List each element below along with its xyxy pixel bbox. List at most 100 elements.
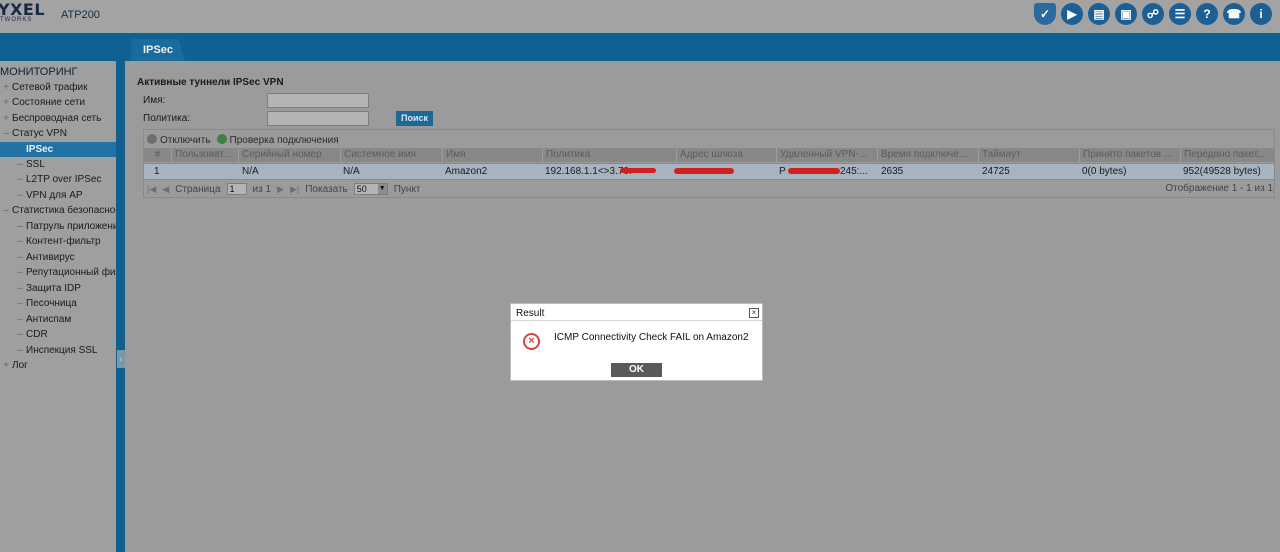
col-header-tx-packets[interactable]: Передано пакет...: [1180, 148, 1274, 162]
sidebar-item-antivirus[interactable]: – Антивирус: [0, 250, 116, 265]
device-model: ATP200: [61, 9, 100, 21]
col-header-index[interactable]: #: [152, 148, 172, 162]
expand-icon: +: [3, 97, 9, 108]
redaction-mark: [788, 168, 840, 174]
connectivity-check-icon: [216, 133, 227, 144]
col-header-name[interactable]: Имя: [442, 148, 542, 162]
cell-tx-packets: 952(49528 bytes): [1183, 166, 1261, 177]
info-icon[interactable]: i: [1250, 3, 1272, 25]
sidebar-item-ssl-inspection[interactable]: – Инспекция SSL: [0, 343, 116, 358]
cell-rx-packets: 0(0 bytes): [1082, 166, 1127, 177]
sidebar-item-security-stats[interactable]: –Статистика безопасности: [0, 203, 116, 218]
help-icon[interactable]: ?: [1196, 3, 1218, 25]
name-input[interactable]: [267, 93, 369, 108]
close-icon[interactable]: ×: [749, 308, 759, 318]
cell-timeout: 24725: [982, 166, 1010, 177]
redaction-mark: [620, 168, 656, 173]
menu-title[interactable]: МОНИТОРИНГ: [0, 66, 78, 78]
col-header-remote-vpn[interactable]: Удаленный VPN-...: [776, 148, 877, 162]
zyxel-logo: YXEL TWORKS: [0, 0, 46, 23]
prev-page-icon[interactable]: ◀: [162, 184, 169, 195]
cell-index: 1: [154, 166, 160, 177]
error-icon: ×: [523, 333, 540, 350]
result-dialog: Result × × ICMP Connectivity Check FAIL …: [510, 303, 763, 381]
sidebar-item-wireless[interactable]: + Беспроводная сеть: [0, 111, 116, 126]
expand-icon: +: [3, 82, 9, 93]
last-page-icon[interactable]: ▶|: [290, 184, 299, 195]
dialog-divider: [511, 320, 762, 321]
disconnect-icon: [147, 133, 157, 144]
sidebar-item-antispam[interactable]: – Антиспам: [0, 312, 116, 327]
page-count: из 1: [252, 183, 272, 195]
show-label: Показать: [305, 183, 348, 195]
sidebar-item-reputation-filter[interactable]: –Репутационный фильтр: [0, 265, 116, 280]
pagination: |◀ ◀ Страница 1 из 1 ▶ ▶| Показать 50 ▼ П…: [147, 182, 421, 196]
tab-strip: [0, 33, 1280, 61]
dialog-message: ICMP Connectivity Check FAIL on Amazon2: [554, 332, 749, 343]
sidebar-item-app-patrol[interactable]: – Патруль приложений: [0, 219, 116, 234]
console-icon[interactable]: ▶: [1061, 3, 1083, 25]
col-header-rx-packets[interactable]: Принято пакетов ...: [1079, 148, 1180, 162]
redaction-mark: [674, 168, 734, 174]
cli-icon[interactable]: ▤: [1088, 3, 1110, 25]
next-page-icon[interactable]: ▶: [277, 184, 284, 195]
page-input[interactable]: 1: [226, 183, 247, 195]
network-icon[interactable]: ☍: [1142, 3, 1164, 25]
sidebar-item-vpn-ap[interactable]: – VPN для AP: [0, 188, 116, 203]
tab-ipsec[interactable]: IPSec: [131, 39, 185, 62]
sidebar-item-ssl[interactable]: – SSL: [0, 157, 116, 172]
disconnect-button[interactable]: Отключить: [147, 133, 211, 146]
sidebar-item-network-status[interactable]: + Состояние сети: [0, 95, 116, 110]
sidebar-item-network-traffic[interactable]: + Сетевой трафик: [0, 80, 116, 95]
cell-remote-vpn: P: [779, 166, 786, 177]
grid-toolbar: Отключить Проверка подключения: [147, 133, 339, 146]
cell-remote-vpn-suffix: 245:...: [840, 166, 868, 177]
support-icon[interactable]: ☎: [1223, 3, 1245, 25]
dialog-title: Result: [516, 308, 545, 319]
col-header-serial[interactable]: Серийный номер: [238, 148, 340, 162]
first-page-icon[interactable]: |◀: [147, 184, 156, 195]
cell-system-name: N/A: [343, 166, 360, 177]
shield-icon[interactable]: ✓: [1034, 3, 1056, 25]
col-header-gateway[interactable]: Адрес шлюза: [676, 148, 776, 162]
col-header-connect-time[interactable]: Время подключе...: [877, 148, 978, 162]
sidebar-item-content-filter[interactable]: – Контент-фильтр: [0, 234, 116, 249]
top-header: YXEL TWORKS ATP200 ✓ ▶ ▤ ▣ ☍ ☰ ? ☎ i: [0, 0, 1280, 33]
collapse-icon: –: [3, 205, 9, 216]
cell-policy: 192.168.1.1<>3.70.: [545, 166, 632, 177]
collapse-icon: –: [3, 128, 9, 139]
col-header-user[interactable]: Пользоват...: [171, 148, 238, 162]
sidebar-item-vpn-status[interactable]: – Статус VPN: [0, 126, 116, 141]
name-label: Имя:: [143, 95, 166, 106]
chevron-down-icon: ▼: [377, 184, 387, 194]
sidebar-item-idp[interactable]: – Защита IDP: [0, 281, 116, 296]
col-header-policy[interactable]: Политика: [542, 148, 676, 162]
policy-input[interactable]: [267, 111, 369, 126]
chat-icon[interactable]: ☰: [1169, 3, 1191, 25]
cell-connect-time: 2635: [881, 166, 904, 177]
col-header-timeout[interactable]: Таймаут: [978, 148, 1079, 162]
page-size-select[interactable]: 50 ▼: [353, 183, 388, 195]
expand-icon: +: [3, 113, 9, 124]
items-label: Пункт: [393, 183, 421, 195]
policy-label: Политика:: [143, 113, 191, 124]
cell-name: Amazon2: [445, 166, 488, 177]
sidebar-item-sandbox[interactable]: – Песочница: [0, 296, 116, 311]
search-button[interactable]: Поиск: [396, 111, 433, 126]
sidebar-item-log[interactable]: + Лог: [0, 358, 116, 373]
sidebar-item-ipsec[interactable]: IPSec: [0, 142, 116, 157]
expand-icon: +: [3, 360, 9, 371]
sidebar-item-l2tp[interactable]: – L2TP over IPSec: [0, 172, 116, 187]
header-icon-bar: ✓ ▶ ▤ ▣ ☍ ☰ ? ☎ i: [1034, 3, 1272, 25]
col-header-system-name[interactable]: Системное имя: [340, 148, 442, 162]
page-label: Страница: [175, 183, 221, 195]
monitor-icon[interactable]: ▣: [1115, 3, 1137, 25]
panel-title: Активные туннели IPSec VPN: [137, 77, 284, 88]
collapse-sidebar-button[interactable]: ‹: [117, 350, 125, 368]
sidebar-item-cdr[interactable]: – CDR: [0, 327, 116, 342]
sidebar-edge: [116, 61, 125, 552]
cell-serial: N/A: [242, 166, 259, 177]
pager-info: Отображение 1 - 1 из 1: [1165, 183, 1273, 194]
connectivity-check-button[interactable]: Проверка подключения: [216, 133, 339, 146]
ok-button[interactable]: OK: [611, 363, 662, 377]
